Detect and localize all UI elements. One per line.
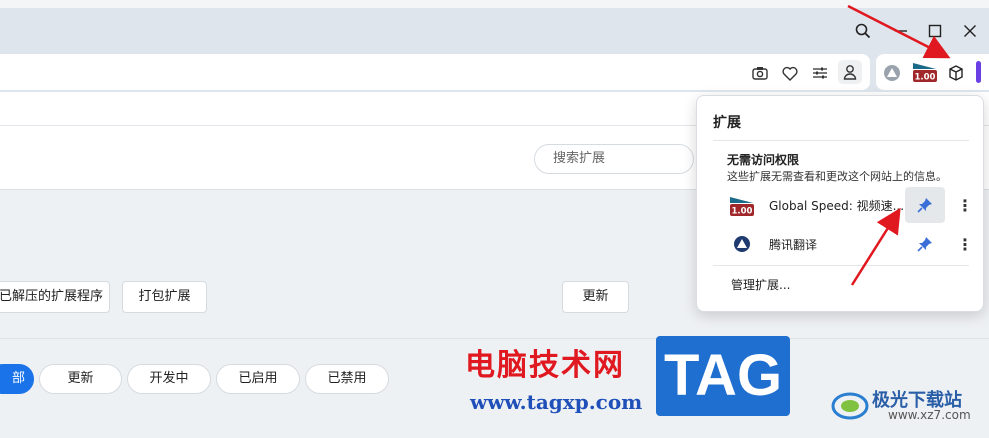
filter-chip-update[interactable]: 更新 — [39, 364, 122, 394]
no-access-section-desc: 这些扩展无需查看和更改这个网站上的信息。 — [727, 170, 947, 183]
global-speed-icon: 1.00 — [729, 195, 755, 217]
pack-extension-button[interactable]: 打包扩展 — [122, 281, 207, 313]
toolbar: 1.00 — [0, 52, 989, 92]
popup-divider — [713, 140, 969, 141]
filter-chip-disabled[interactable]: 已禁用 — [305, 364, 389, 394]
close-icon[interactable] — [957, 18, 983, 44]
watermark-xz7-url: www.xz7.com — [888, 408, 971, 422]
extensions-popup: 扩展 无需访问权限 这些扩展无需查看和更改这个网站上的信息。 1.00 Glob… — [696, 95, 984, 312]
pin-icon — [917, 237, 932, 252]
filter-chip-all[interactable]: 部 — [0, 364, 34, 394]
watermark-xz7: 极光下载站 www.xz7.com — [830, 386, 989, 426]
extension-row-tencent-translate[interactable]: 腾讯翻译 ⋮ — [697, 226, 985, 262]
sliders-icon[interactable] — [810, 63, 830, 83]
extension-row-global-speed[interactable]: 1.00 Global Speed: 视频速... ⋮ — [697, 187, 985, 223]
global-speed-icon[interactable]: 1.00 — [912, 61, 938, 83]
more-options-icon[interactable]: ⋮ — [955, 226, 975, 262]
watermark-tag-logo: TAG — [656, 336, 790, 416]
no-access-section-title: 无需访问权限 — [727, 153, 800, 167]
xz7-logo-icon — [831, 392, 869, 420]
more-options-icon[interactable]: ⋮ — [955, 187, 975, 223]
update-button[interactable]: 更新 — [562, 281, 629, 313]
maximize-icon[interactable] — [922, 18, 948, 44]
filter-chip-enabled[interactable]: 已启用 — [216, 364, 300, 394]
global-speed-popup-badge: 1.00 — [732, 207, 753, 217]
popup-title: 扩展 — [713, 115, 741, 131]
title-bar-top-strip — [0, 0, 989, 8]
extension-name: 腾讯翻译 — [769, 238, 818, 252]
pin-button[interactable] — [905, 187, 945, 223]
minimize-icon[interactable] — [888, 18, 914, 44]
search-extensions-input[interactable]: 搜索扩展 — [534, 144, 694, 174]
address-bar[interactable] — [0, 54, 870, 90]
extensions-puzzle-icon[interactable] — [946, 63, 966, 83]
manage-extensions-link[interactable]: 管理扩展... — [731, 276, 790, 293]
heart-icon[interactable] — [780, 63, 800, 83]
filter-chip-developing[interactable]: 开发中 — [127, 364, 211, 394]
pin-button[interactable] — [905, 226, 945, 262]
title-bar — [0, 0, 989, 52]
popup-divider — [713, 265, 969, 266]
global-speed-badge: 1.00 — [915, 73, 936, 83]
tencent-translate-icon — [733, 235, 751, 253]
profile-icon[interactable] — [838, 60, 862, 84]
load-unpacked-button[interactable]: 已解压的扩展程序 — [0, 281, 110, 313]
extension-name: Global Speed: 视频速... — [769, 199, 905, 213]
camera-icon[interactable] — [750, 63, 770, 83]
watermark-site-url: www.tagxp.com — [470, 390, 643, 414]
pin-icon — [917, 198, 932, 213]
extensions-toolbar-area: 1.00 — [876, 54, 989, 90]
tencent-translate-icon[interactable] — [882, 63, 902, 83]
side-panel-accent-bar[interactable] — [976, 61, 981, 83]
search-icon[interactable] — [850, 18, 876, 44]
section-divider — [0, 338, 989, 339]
watermark-site-name: 电脑技术网 — [465, 348, 625, 383]
